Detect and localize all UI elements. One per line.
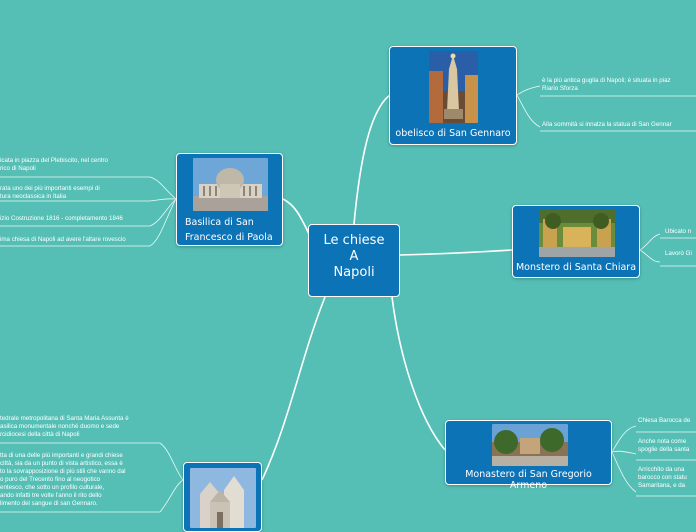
central-topic-line1: Le chiese — [323, 233, 385, 248]
basilica-leaf-3[interactable]: izio Costruzione 1816 - completamento 18… — [0, 215, 150, 223]
duomo-leaf-1[interactable]: tedrale metropolitana di Santa Maria Ass… — [0, 415, 160, 439]
santa-chiara-photo — [539, 209, 615, 257]
node-monastero-santa-chiara[interactable]: Monstero di Santa Chiara — [512, 205, 640, 278]
node-basilica-san-francesco[interactable]: Basilica di San Francesco di Paola — [176, 153, 283, 246]
san-gregorio-leaf-1[interactable]: Chiesa Barocca de — [638, 417, 696, 425]
basilica-leaf-1[interactable]: icata in piazza del Plebiscito, nel cent… — [0, 157, 150, 173]
basilica-leaf-2[interactable]: rata uno dei più importanti esempi di tu… — [0, 185, 150, 201]
obelisco-title: obelisco di San Gennaro — [395, 128, 511, 139]
santa-chiara-leaf-1[interactable]: Ubicato n — [665, 228, 696, 236]
santa-chiara-leaf-2[interactable]: Lavorò Gi — [665, 250, 696, 258]
obelisco-leaf-2[interactable]: Alla sommità si innalza la statua di San… — [542, 121, 696, 129]
node-monastero-san-gregorio[interactable]: Monastero di San Gregorio Armeno — [445, 420, 612, 491]
basilica-leaf-4[interactable]: ima chiesa di Napoli ad avere l'altare r… — [0, 236, 150, 244]
central-topic-line3: Napoli — [333, 265, 375, 280]
san-gregorio-title: Monastero di San Gregorio Armeno — [465, 469, 592, 491]
node-duomo-napoli[interactable] — [183, 462, 262, 532]
obelisco-photo — [429, 51, 478, 123]
central-topic[interactable]: Le chiese A Napoli — [308, 224, 400, 297]
node-obelisco-san-gennaro[interactable]: obelisco di San Gennaro — [389, 46, 517, 145]
san-gregorio-photo — [492, 424, 568, 466]
san-gregorio-leaf-3[interactable]: Arricchito da una barocco con statu Sama… — [638, 466, 696, 490]
duomo-photo — [190, 468, 256, 528]
san-gregorio-leaf-2[interactable]: Anche nota come spoglie della santa — [638, 438, 696, 454]
santa-chiara-title: Monstero di Santa Chiara — [515, 262, 637, 273]
basilica-title: Basilica di San Francesco di Paola — [185, 217, 273, 243]
basilica-photo — [193, 158, 268, 211]
duomo-leaf-2[interactable]: tta di una delle più importanti e grandi… — [0, 452, 160, 508]
central-topic-line2: A — [349, 249, 359, 264]
obelisco-leaf-1[interactable]: è la più antica guglia di Napoli; è situ… — [542, 77, 696, 93]
